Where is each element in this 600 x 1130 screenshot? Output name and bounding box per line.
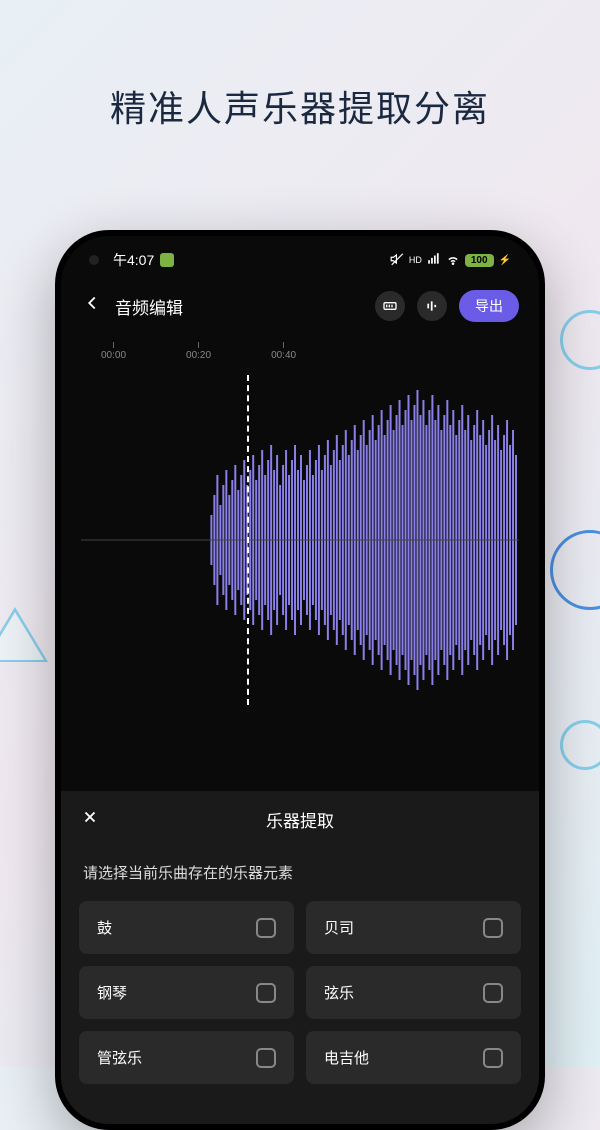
option-label: 钢琴 <box>97 982 127 1003</box>
timeline-tick: 00:20 <box>186 342 211 361</box>
checkbox-icon <box>483 983 503 1003</box>
sheet-title: 乐器提取 <box>111 807 489 832</box>
waveform-display[interactable] <box>81 375 519 705</box>
status-bar: 午4:07 HD 100 ⚡ <box>61 236 539 278</box>
status-app-icon <box>160 253 174 267</box>
instrument-option-bass[interactable]: 贝司 <box>306 901 521 954</box>
option-label: 弦乐 <box>324 982 354 1003</box>
keyboard-icon-button[interactable] <box>375 291 405 321</box>
checkbox-icon <box>256 1048 276 1068</box>
timeline-tick: 00:00 <box>101 342 126 361</box>
instrument-option-piano[interactable]: 钢琴 <box>79 966 294 1019</box>
signal-icon <box>427 252 441 269</box>
option-label: 管弦乐 <box>97 1047 142 1068</box>
checkbox-icon <box>483 918 503 938</box>
close-sheet-button[interactable] <box>81 808 111 832</box>
phone-screen: 午4:07 HD 100 ⚡ 音频编辑 <box>61 236 539 1124</box>
checkbox-icon <box>256 918 276 938</box>
checkbox-icon <box>483 1048 503 1068</box>
instrument-option-drums[interactable]: 鼓 <box>79 901 294 954</box>
signal-hd-icon: HD <box>409 255 422 265</box>
equalizer-icon-button[interactable] <box>417 291 447 321</box>
header-title: 音频编辑 <box>115 294 363 319</box>
charging-icon: ⚡ <box>499 255 511 266</box>
timeline-ruler: 00:00 00:20 00:40 <box>61 334 539 365</box>
option-label: 鼓 <box>97 917 112 938</box>
page-title: 精准人声乐器提取分离 <box>0 0 600 172</box>
mute-icon <box>390 252 404 269</box>
wifi-icon <box>446 252 460 269</box>
back-button[interactable] <box>81 292 103 320</box>
app-header: 音频编辑 导出 <box>61 278 539 334</box>
phone-mockup: 午4:07 HD 100 ⚡ 音频编辑 <box>55 230 545 1130</box>
timeline-tick: 00:40 <box>271 342 296 361</box>
sheet-subtitle: 请选择当前乐曲存在的乐器元素 <box>61 848 539 901</box>
export-button[interactable]: 导出 <box>459 290 519 322</box>
battery-indicator: 100 <box>465 254 494 267</box>
status-time: 午4:07 <box>113 250 154 270</box>
instrument-extraction-sheet: 乐器提取 请选择当前乐曲存在的乐器元素 鼓 贝司 钢琴 弦乐 <box>61 791 539 1124</box>
checkbox-icon <box>256 983 276 1003</box>
instrument-option-strings[interactable]: 弦乐 <box>306 966 521 1019</box>
instrument-options-grid: 鼓 贝司 钢琴 弦乐 管弦乐 <box>61 901 539 1084</box>
option-label: 贝司 <box>324 917 354 938</box>
camera-dot <box>89 255 99 265</box>
instrument-option-orchestra[interactable]: 管弦乐 <box>79 1031 294 1084</box>
option-label: 电吉他 <box>324 1047 369 1068</box>
instrument-option-eguitar[interactable]: 电吉他 <box>306 1031 521 1084</box>
playhead-indicator[interactable] <box>247 375 249 705</box>
